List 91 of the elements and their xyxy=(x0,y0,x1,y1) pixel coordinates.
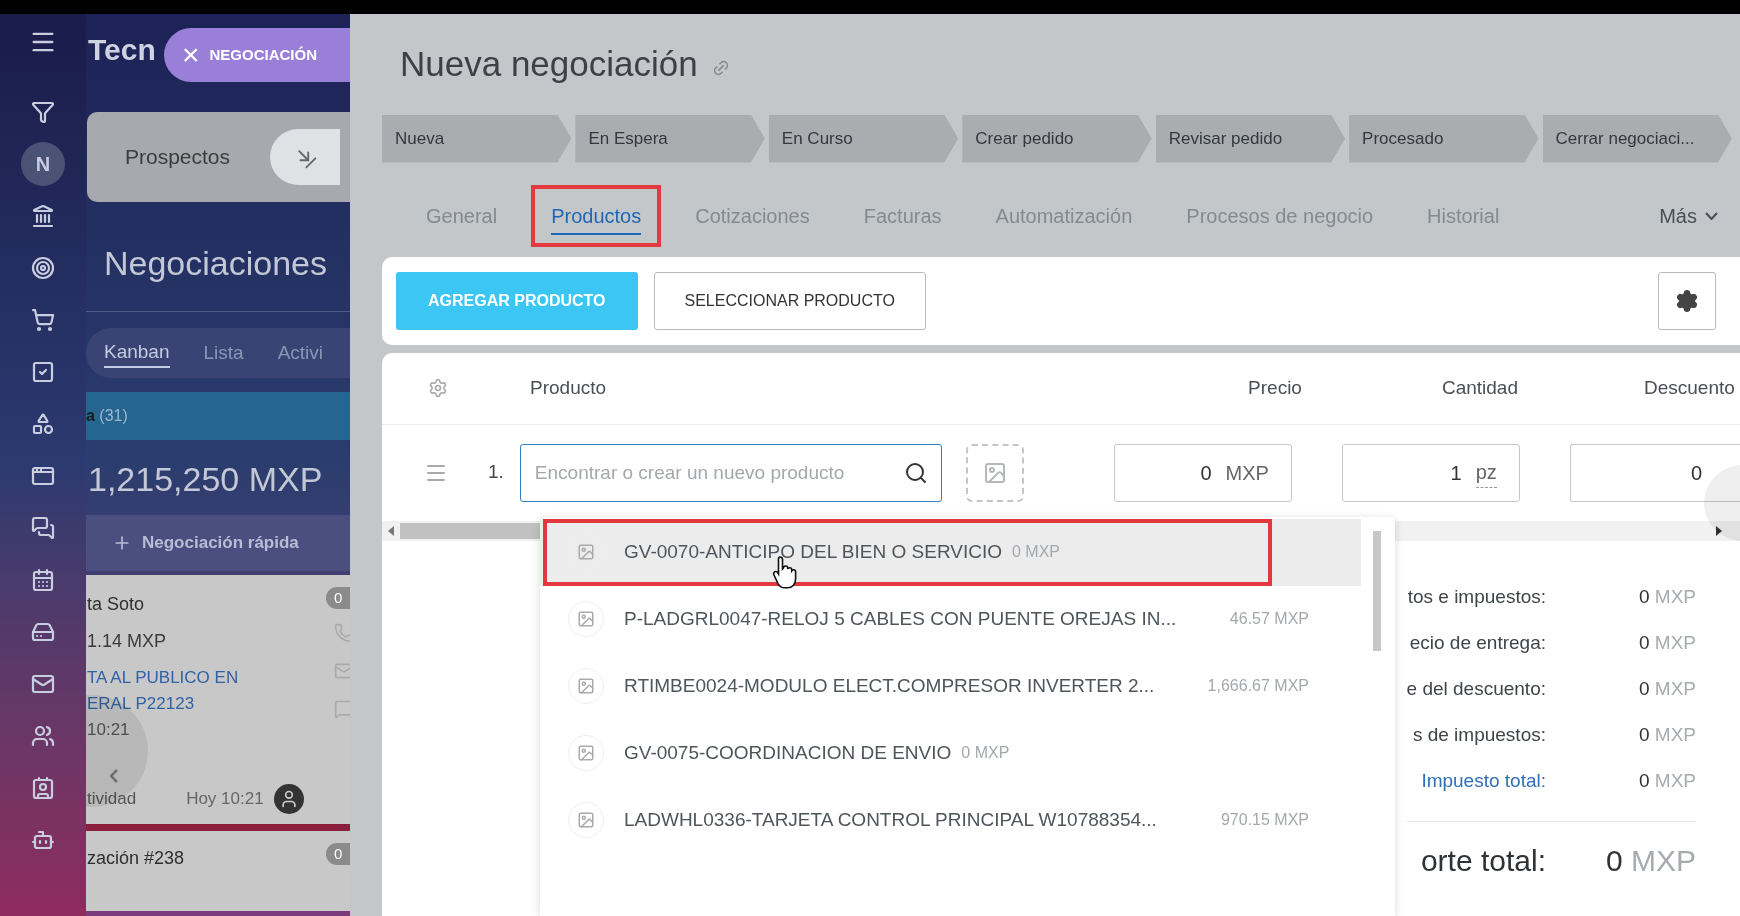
product-price: 970.15 MXP xyxy=(1220,810,1309,830)
product-price: 1,666.67 MXP xyxy=(1207,676,1309,696)
total-value: 0 MXP xyxy=(1637,631,1696,656)
price-field[interactable]: 0 MXP xyxy=(1113,443,1292,502)
product-price: 0 MXP xyxy=(1012,542,1061,562)
bank-icon[interactable] xyxy=(31,204,55,228)
more-tab[interactable]: Más xyxy=(1659,200,1718,231)
people-icon[interactable] xyxy=(31,724,55,748)
target-icon[interactable] xyxy=(31,256,55,280)
activity-label: tividad xyxy=(87,788,137,811)
total-label: tos e impuestos: xyxy=(1407,585,1546,610)
contact-card-icon[interactable] xyxy=(31,776,55,800)
user-avatar[interactable]: N xyxy=(21,142,65,186)
product-option[interactable]: GV-0070-ANTICIPO DEL BIEN O SERVICIO 0 MXP xyxy=(540,518,1361,586)
stage-step[interactable]: En Espera xyxy=(575,114,765,163)
scroll-right-icon[interactable] xyxy=(1716,525,1722,536)
mail-icon[interactable] xyxy=(31,672,55,696)
page-title: Negociaciones xyxy=(104,243,329,284)
total-value: 0 MXP xyxy=(1637,723,1696,748)
column-header: Precio xyxy=(1248,375,1302,400)
scroll-left-icon[interactable] xyxy=(388,525,394,536)
image-icon xyxy=(982,460,1007,485)
stage-step[interactable]: Cerrar negociaci... xyxy=(1542,114,1732,163)
close-icon[interactable]: × xyxy=(182,40,200,70)
user-avatar[interactable] xyxy=(273,784,304,814)
total-value: 0 MXP xyxy=(1637,585,1696,610)
stage-step[interactable]: En Curso xyxy=(768,114,959,163)
discount-field[interactable]: 0 xyxy=(1569,443,1740,502)
brand-name: Tecn xyxy=(88,31,156,68)
card-title: zación #238 xyxy=(87,848,185,868)
checkbox-icon[interactable] xyxy=(31,360,55,384)
chevron-down-icon xyxy=(1705,211,1718,220)
filter-icon[interactable] xyxy=(31,100,55,124)
card-badge: 0 xyxy=(326,843,350,865)
column-total: 1,215,250 MXP xyxy=(88,459,324,500)
product-search-field[interactable]: Encontrar o crear un nuevo producto xyxy=(519,443,942,502)
chat-icon[interactable] xyxy=(31,516,55,540)
entity-chip[interactable]: × NEGOCIACIÓN xyxy=(164,28,350,82)
quick-add-button[interactable]: Negociación rápida xyxy=(86,515,350,571)
product-name: P-LADGRL0047-RELOJ 5 CABLES CON PUENTE OREJAS IN... xyxy=(624,606,1177,631)
row-number: 1. xyxy=(488,460,504,485)
total-value: 0 MXP xyxy=(1637,677,1696,702)
stage-step[interactable]: Crear pedido xyxy=(962,114,1152,163)
grand-total-value: 0 MXP xyxy=(1604,842,1696,879)
stage-step[interactable]: Nueva xyxy=(382,114,572,163)
search-icon[interactable] xyxy=(903,460,928,485)
column-header: Producto xyxy=(530,375,607,400)
product-price: 0 MXP xyxy=(961,743,1010,763)
cart-icon[interactable] xyxy=(31,308,55,332)
product-name: GV-0075-COORDINACION DE ENVIO xyxy=(624,740,952,765)
grand-total-label: orte total: xyxy=(1420,842,1546,879)
calendar-icon[interactable] xyxy=(31,568,55,592)
view-tab[interactable]: Kanban xyxy=(104,337,170,369)
select-product-button[interactable]: SELECCIONAR PRODUCTO xyxy=(653,271,926,330)
card-badge: 0 xyxy=(326,587,350,609)
pipeline-name[interactable]: Prospectos xyxy=(125,141,231,173)
card-amount: 1.14 MXP xyxy=(87,630,167,653)
shapes-icon[interactable] xyxy=(31,412,55,436)
drive-icon[interactable] xyxy=(31,620,55,644)
tab[interactable]: Productos xyxy=(531,184,662,247)
deal-title: Nueva negociación xyxy=(400,43,698,85)
total-label: ecio de entrega: xyxy=(1409,631,1546,656)
column-header: Cantidad xyxy=(1441,375,1518,400)
product-name: LADWHL0336-TARJETA CONTROL PRINCIPAL W10788354... xyxy=(624,807,1157,832)
card-title: ta Soto xyxy=(87,593,145,616)
deal-card[interactable]: ta Soto 1.14 MXP TA AL PUBLICO EN ERAL P22123 10:21 tividad Hoy 10:21 0 xyxy=(86,575,350,831)
window-icon[interactable] xyxy=(31,464,55,488)
settings-button[interactable] xyxy=(1658,271,1716,330)
total-label: s de impuestos: xyxy=(1412,723,1546,748)
total-label: Impuesto total: xyxy=(1421,769,1546,794)
card-link[interactable]: TA AL PUBLICO EN ERAL P22123 xyxy=(87,665,239,717)
quantity-field[interactable]: 1 pz xyxy=(1341,443,1520,502)
view-tab[interactable]: Activi xyxy=(277,338,324,368)
robot-icon[interactable] xyxy=(31,828,55,852)
stage-step[interactable]: Procesado xyxy=(1349,114,1539,163)
product-name: GV-0070-ANTICIPO DEL BIEN O SERVICIO xyxy=(624,539,1002,564)
view-tab[interactable]: Lista xyxy=(203,338,244,368)
total-label: e del descuento: xyxy=(1406,677,1546,702)
product-price: 46.57 MXP xyxy=(1229,609,1309,629)
deal-card[interactable]: zación #238 0 xyxy=(86,831,350,911)
column-header: Descuento xyxy=(1644,375,1736,400)
settings-icon xyxy=(1675,288,1699,313)
stage-step[interactable]: Revisar pedido xyxy=(1155,114,1346,163)
product-name: RTIMBE0024-MODULO ELECT.COMPRESOR INVERTER 2... xyxy=(624,673,1155,698)
chip-label: NEGOCIACIÓN xyxy=(209,44,318,65)
total-value: 0 MXP xyxy=(1637,769,1696,794)
card-date: Hoy 10:21 xyxy=(186,788,264,811)
chevron-left-icon xyxy=(110,769,118,783)
column-title: a (31) xyxy=(86,406,128,426)
card-time: 10:21 xyxy=(87,719,130,741)
scrollbar-thumb[interactable] xyxy=(1373,530,1381,651)
